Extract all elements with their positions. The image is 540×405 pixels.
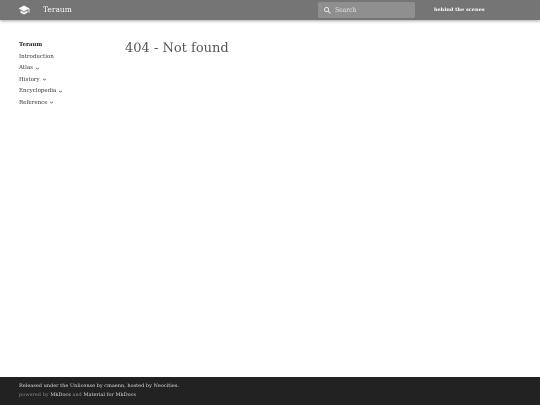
chevron-down-icon (50, 101, 54, 104)
sidebar-title: Teraum (19, 42, 43, 48)
chevron-down-icon (35, 67, 40, 70)
material-for-mkdocs-link[interactable]: Material for MkDocs (83, 392, 136, 398)
footer: Released under the Unlicense by cmaenn, … (0, 377, 540, 405)
sidebar-item-label: History (19, 76, 40, 83)
sidebar-item-atlas[interactable]: Atlas (19, 64, 109, 72)
search-input[interactable] (335, 2, 411, 18)
footer-powered-by: powered by MkDocs and Material for MkDoc… (19, 391, 136, 399)
sidebar-nav: Teraum Introduction Atlas History Encycl… (19, 41, 109, 110)
header-bar: Teraum behind the scenes (0, 0, 540, 20)
site-title[interactable]: Teraum (43, 4, 72, 16)
sidebar-item-history[interactable]: History (19, 76, 109, 84)
powered-by-text: powered by (19, 392, 49, 398)
mkdocs-link[interactable]: MkDocs (50, 392, 71, 398)
search-box[interactable] (318, 2, 415, 18)
and-text: and (72, 392, 82, 398)
sidebar-item-label: Introduction (19, 53, 54, 60)
sidebar-item-reference[interactable]: Reference (19, 99, 109, 107)
sidebar-item-label: Atlas (19, 65, 33, 71)
sidebar-item-label: Encyclopedia (19, 88, 57, 94)
chevron-down-icon (59, 90, 63, 93)
chevron-down-icon (42, 78, 46, 81)
mortarboard-icon[interactable] (18, 4, 30, 16)
sidebar-item-introduction[interactable]: Introduction (19, 53, 109, 61)
sidebar-item-label: Reference (19, 99, 48, 106)
sidebar-item-encyclopedia[interactable]: Encyclopedia (19, 87, 109, 95)
footer-license-text: Released under the Unlicense by cmaenn, … (19, 383, 180, 389)
magnifier-icon (324, 6, 331, 14)
behind-the-scenes-link[interactable]: behind the scenes (434, 5, 485, 15)
page-title: 404 - Not found (125, 41, 229, 56)
